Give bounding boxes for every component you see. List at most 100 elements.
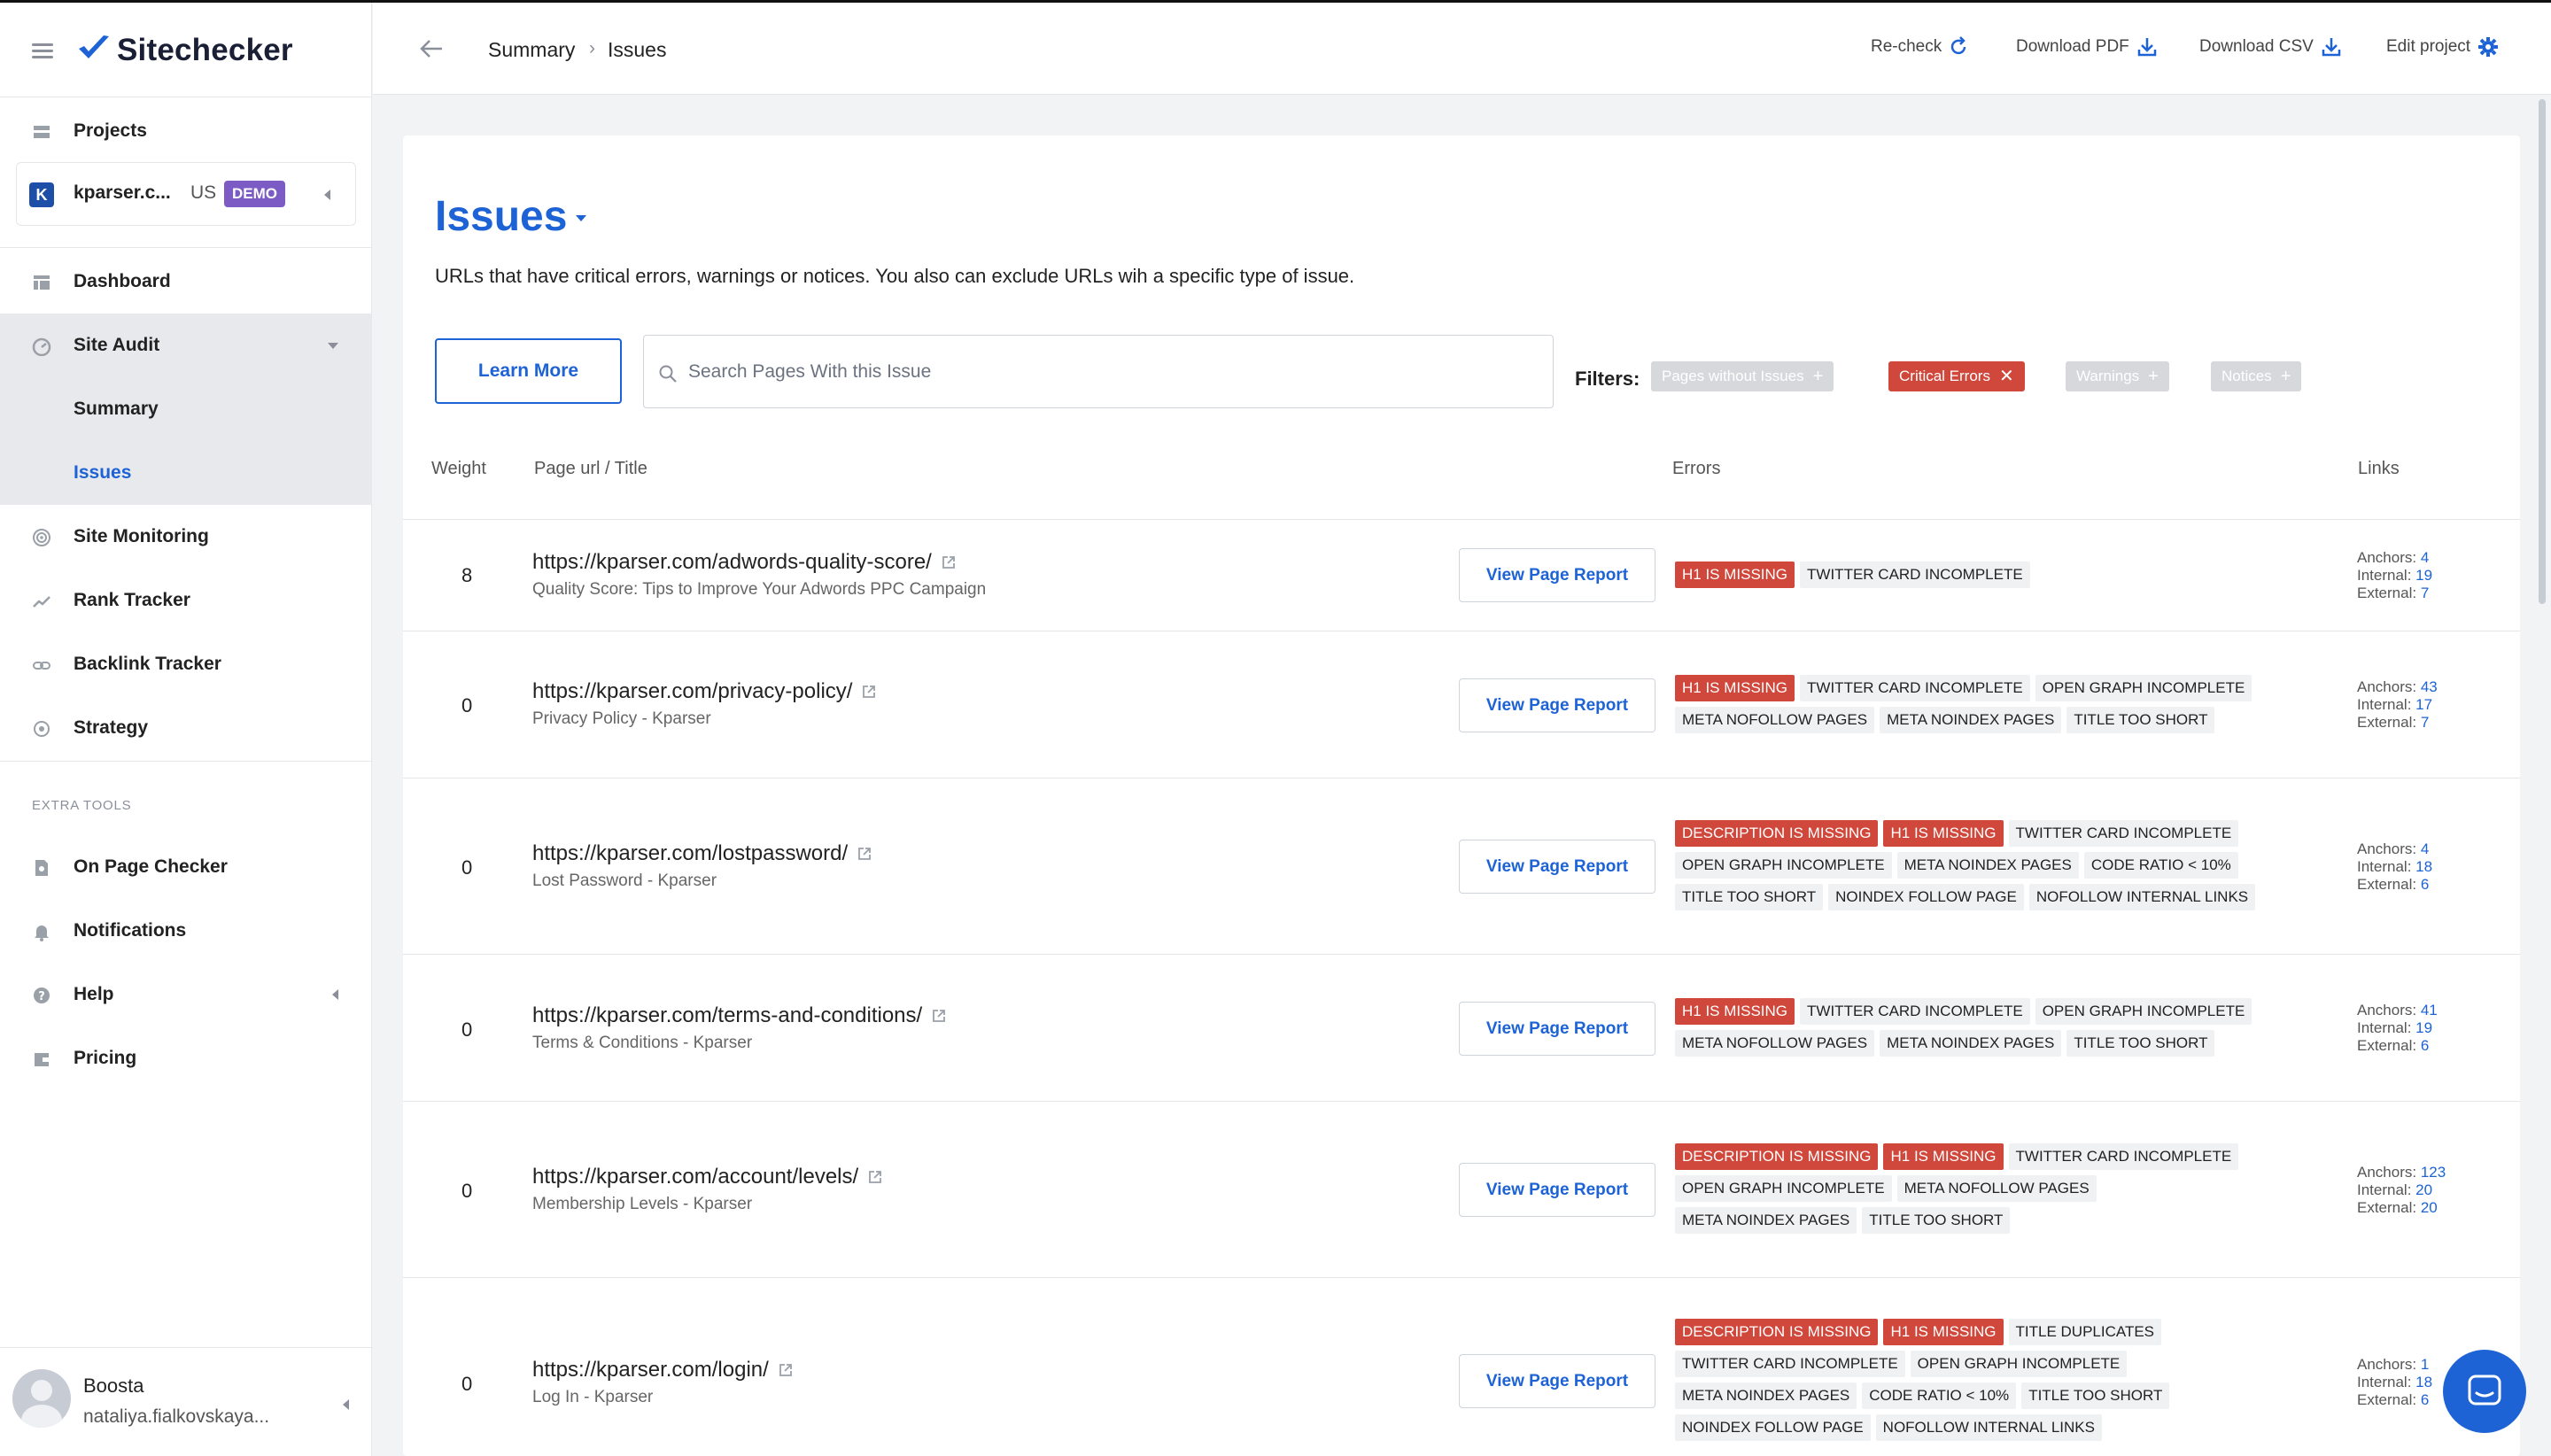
row-url-link[interactable]: https://kparser.com/privacy-policy/	[532, 679, 877, 704]
chevron-down-icon[interactable]	[576, 215, 586, 221]
issue-tag: META NOFOLLOW PAGES	[1675, 707, 1875, 733]
external-label: External:	[2357, 1037, 2417, 1054]
logo-row: Sitechecker	[0, 3, 372, 95]
row-links: Anchors: 1 Internal: 18 External: 6	[2357, 1356, 2432, 1409]
user-profile[interactable]: Boosta nataliya.fialkovskaya...	[0, 1347, 372, 1456]
sidebar-item-help[interactable]: ? Help	[0, 963, 372, 1026]
internal-count-link[interactable]: 17	[2415, 696, 2432, 713]
row-url-link[interactable]: https://kparser.com/lostpassword/	[532, 841, 872, 866]
extra-tools-heading: EXTRA TOOLS	[32, 798, 132, 813]
view-page-report-button[interactable]: View Page Report	[1459, 1002, 1655, 1056]
column-header-links[interactable]: Links	[2358, 459, 2400, 479]
chevron-down-icon	[328, 342, 338, 349]
sidebar-item-strategy[interactable]: Strategy	[0, 696, 372, 760]
project-selector[interactable]: K kparser.c... US DEMO	[16, 162, 356, 226]
error-tag: DESCRIPTION IS MISSING	[1675, 1319, 1879, 1345]
external-count-link[interactable]: 7	[2421, 714, 2429, 731]
anchors-count-link[interactable]: 41	[2421, 1002, 2438, 1018]
internal-count-link[interactable]: 19	[2415, 1019, 2432, 1036]
row-url-link[interactable]: https://kparser.com/adwords-quality-scor…	[532, 550, 957, 575]
chevron-left-icon[interactable]	[324, 190, 330, 200]
sidebar-item-summary[interactable]: Summary	[0, 377, 372, 441]
hamburger-icon[interactable]	[32, 43, 53, 58]
anchors-label: Anchors:	[2357, 1002, 2417, 1018]
anchors-count-link[interactable]: 4	[2421, 549, 2429, 566]
anchors-label: Anchors:	[2357, 840, 2417, 857]
wallet-icon	[35, 1053, 49, 1066]
sidebar-item-label: Pricing	[74, 1048, 137, 1068]
internal-count-link[interactable]: 19	[2415, 567, 2432, 584]
external-count-link[interactable]: 6	[2421, 1391, 2429, 1408]
scrollbar-thumb[interactable]	[2539, 99, 2546, 604]
sidebar-item-pricing[interactable]: Pricing	[0, 1026, 372, 1090]
anchors-count-link[interactable]: 43	[2421, 678, 2438, 695]
internal-count-link[interactable]: 18	[2415, 858, 2432, 875]
search-input[interactable]	[688, 336, 1539, 407]
recheck-button[interactable]: Re-check	[1871, 36, 1970, 58]
checkmark-logo-icon	[79, 35, 109, 58]
issue-tag: TITLE TOO SHORT	[1862, 1207, 2011, 1234]
view-page-report-button[interactable]: View Page Report	[1459, 840, 1655, 894]
arrow-left-icon[interactable]	[419, 38, 444, 59]
external-count-link[interactable]: 6	[2421, 1037, 2429, 1054]
sidebar-item-projects[interactable]: Projects	[0, 99, 372, 163]
filter-chip-notices[interactable]: Notices +	[2211, 361, 2302, 391]
edit-project-button[interactable]: Edit project	[2386, 36, 2499, 58]
filter-chip-critical-errors[interactable]: Critical Errors ✕	[1888, 361, 2025, 391]
view-page-report-button[interactable]: View Page Report	[1459, 1163, 1655, 1217]
external-count-link[interactable]: 6	[2421, 876, 2429, 893]
external-link-icon	[942, 556, 955, 569]
view-page-report-button[interactable]: View Page Report	[1459, 548, 1655, 602]
anchors-count-link[interactable]: 123	[2421, 1164, 2446, 1181]
download-pdf-button[interactable]: Download PDF	[2016, 36, 2158, 58]
external-count-link[interactable]: 7	[2421, 585, 2429, 601]
row-issue-tags: DESCRIPTION IS MISSING H1 IS MISSING TWI…	[1675, 1143, 2277, 1239]
sidebar-item-label: Help	[74, 984, 114, 1004]
sidebar-item-label: Notifications	[74, 920, 187, 941]
issues-card: Issues URLs that have critical errors, w…	[403, 136, 2520, 1456]
anchors-count-link[interactable]: 4	[2421, 840, 2429, 857]
sidebar-item-site-monitoring[interactable]: Site Monitoring	[0, 505, 372, 569]
breadcrumb-summary[interactable]: Summary	[488, 38, 575, 62]
sidebar-item-dashboard[interactable]: Dashboard	[0, 250, 372, 314]
recheck-label: Re-check	[1871, 37, 1942, 56]
sidebar-item-backlink-tracker[interactable]: Backlink Tracker	[0, 632, 372, 696]
external-count-link[interactable]: 20	[2421, 1199, 2438, 1216]
row-url-link[interactable]: https://kparser.com/account/levels/	[532, 1165, 883, 1189]
sidebar-item-notifications[interactable]: Notifications	[0, 899, 372, 963]
page-title[interactable]: Issues	[435, 192, 567, 241]
issue-tag: TWITTER CARD INCOMPLETE	[1800, 675, 2030, 701]
issue-tag: CODE RATIO < 10%	[2083, 852, 2238, 879]
internal-count-link[interactable]: 18	[2415, 1374, 2432, 1390]
column-header-weight[interactable]: Weight	[431, 459, 486, 479]
download-csv-button[interactable]: Download CSV	[2199, 36, 2342, 58]
close-icon[interactable]: ✕	[1999, 361, 2014, 391]
external-label: External:	[2357, 1391, 2417, 1408]
filter-chip-pages-without-issues[interactable]: Pages without Issues +	[1651, 361, 1834, 391]
anchors-count-link[interactable]: 1	[2421, 1356, 2429, 1373]
row-url-link[interactable]: https://kparser.com/login/	[532, 1358, 794, 1382]
filter-chip-warnings[interactable]: Warnings +	[2066, 361, 2169, 391]
issue-tag: TWITTER CARD INCOMPLETE	[2008, 820, 2239, 847]
chat-launcher-button[interactable]	[2443, 1350, 2526, 1433]
issue-tag: META NOINDEX PAGES	[1880, 1030, 2062, 1057]
view-page-report-button[interactable]: View Page Report	[1459, 678, 1655, 732]
row-weight: 0	[461, 1373, 473, 1395]
learn-more-button[interactable]: Learn More	[435, 338, 622, 404]
sidebar-item-rank-tracker[interactable]: Rank Tracker	[0, 569, 372, 632]
user-email: nataliya.fialkovskaya...	[83, 1406, 270, 1427]
issue-tag: CODE RATIO < 10%	[1862, 1382, 2017, 1409]
row-page-title: Membership Levels - Kparser	[532, 1195, 753, 1213]
filter-chip-label: Pages without Issues	[1662, 368, 1804, 384]
breadcrumb-separator: ›	[589, 38, 595, 58]
chevron-left-icon[interactable]	[343, 1399, 349, 1410]
sidebar-item-on-page-checker[interactable]: On Page Checker	[0, 835, 372, 899]
column-header-errors[interactable]: Errors	[1672, 459, 1720, 479]
sidebar-item-issues[interactable]: Issues	[0, 441, 372, 505]
internal-count-link[interactable]: 20	[2415, 1181, 2432, 1198]
issue-tag: OPEN GRAPH INCOMPLETE	[1910, 1351, 2128, 1377]
row-url-link[interactable]: https://kparser.com/terms-and-conditions…	[532, 1003, 947, 1028]
view-page-report-button[interactable]: View Page Report	[1459, 1354, 1655, 1408]
sidebar-item-site-audit[interactable]: Site Audit	[0, 314, 372, 377]
column-header-page[interactable]: Page url / Title	[534, 459, 647, 479]
